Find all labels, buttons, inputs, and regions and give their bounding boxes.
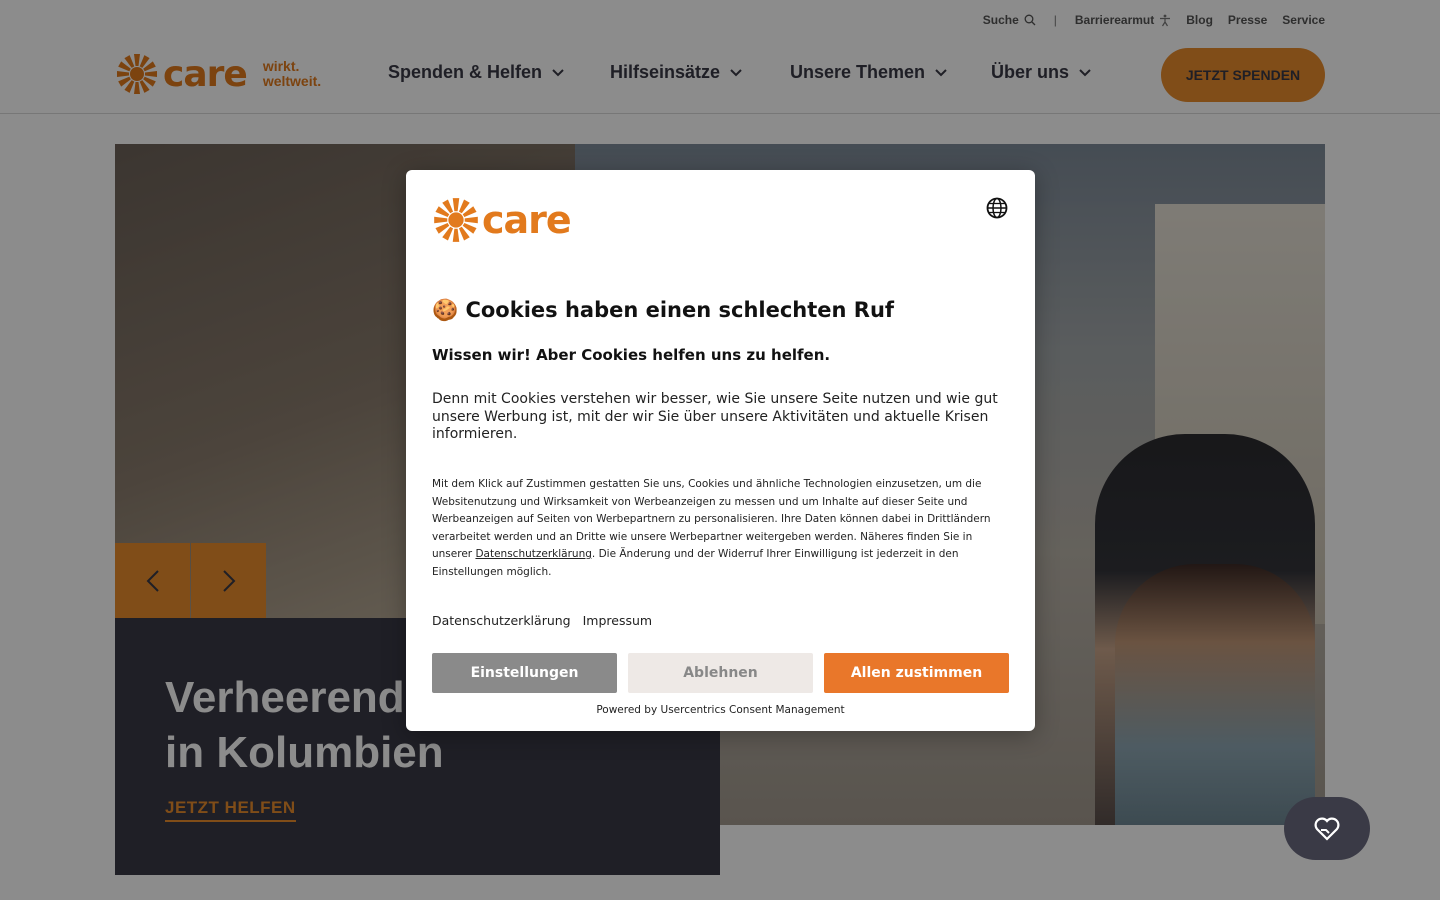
accept-all-button[interactable]: Allen zustimmen <box>824 653 1009 693</box>
privacy-policy-link[interactable]: Datenschutzerklärung <box>432 613 571 628</box>
deny-button[interactable]: Ablehnen <box>628 653 813 693</box>
dialog-body: Denn mit Cookies verstehen wir besser, w… <box>432 391 998 442</box>
legal-privacy-link[interactable]: Datenschutzerklärung <box>475 548 591 560</box>
dialog-legal-text: Mit dem Klick auf Zustimmen gestatten Si… <box>432 476 1002 581</box>
dialog-logo: care <box>432 196 572 244</box>
dialog-logo-wordmark: care <box>482 198 572 242</box>
dialog-buttons: Einstellungen Ablehnen Allen zustimmen <box>432 653 1009 693</box>
dialog-subtitle: Wissen wir! Aber Cookies helfen uns zu h… <box>432 346 831 364</box>
settings-button[interactable]: Einstellungen <box>432 653 617 693</box>
donate-widget-button[interactable] <box>1284 797 1370 860</box>
powered-by-text: Powered by Usercentrics Consent Manageme… <box>596 704 845 716</box>
cookie-consent-dialog: care 🍪 Cookies haben einen schlechten Ru… <box>406 170 1035 731</box>
dialog-links: Datenschutzerklärung Impressum <box>432 613 652 628</box>
imprint-link[interactable]: Impressum <box>583 613 652 628</box>
care-logo-icon <box>434 198 478 242</box>
globe-icon[interactable] <box>986 197 1008 219</box>
dialog-title: 🍪 Cookies haben einen schlechten Ruf <box>432 298 895 322</box>
heart-hand-icon <box>1314 817 1340 841</box>
